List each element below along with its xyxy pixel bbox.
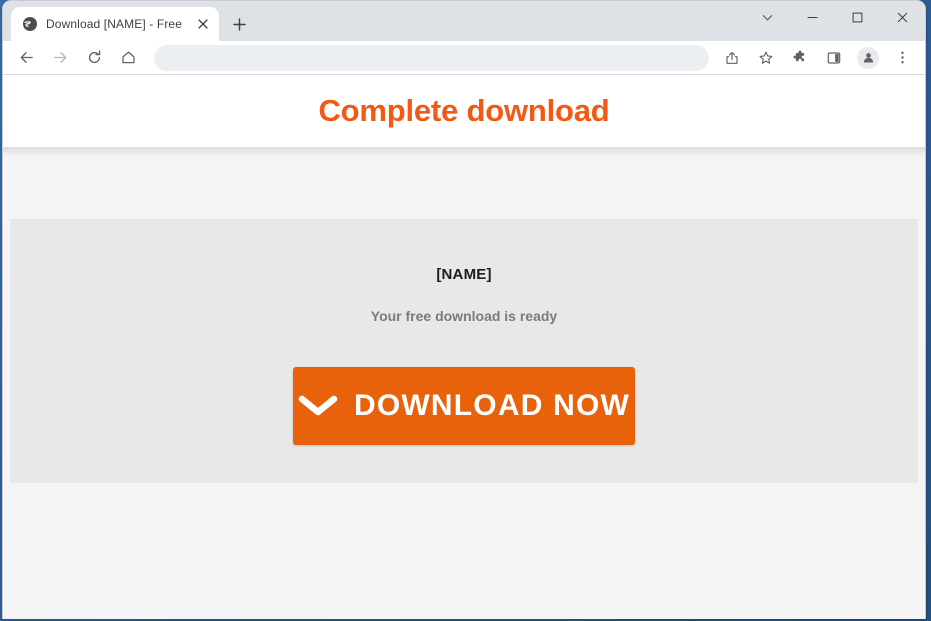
download-file-name: [NAME] bbox=[436, 266, 492, 283]
bookmark-star-icon[interactable] bbox=[752, 44, 780, 72]
browser-toolbar bbox=[3, 41, 925, 75]
page-viewport: Complete download [NAME] Your free downl… bbox=[3, 75, 925, 619]
new-tab-button[interactable] bbox=[225, 10, 253, 38]
share-icon[interactable] bbox=[718, 44, 746, 72]
address-bar[interactable] bbox=[154, 44, 709, 71]
chevron-down-icon bbox=[298, 393, 338, 419]
close-button[interactable] bbox=[880, 1, 925, 33]
tab-title: Download [NAME] - Free bbox=[46, 17, 183, 31]
minimize-button[interactable] bbox=[790, 1, 835, 33]
browser-menu-icon[interactable] bbox=[888, 44, 916, 72]
back-button[interactable] bbox=[12, 44, 40, 72]
tab-search-button[interactable] bbox=[745, 1, 790, 33]
browser-window: Download [NAME] - Free Complete download… bbox=[2, 0, 926, 619]
side-panel-icon[interactable] bbox=[820, 44, 848, 72]
extensions-icon[interactable] bbox=[786, 44, 814, 72]
page-header: Complete download bbox=[3, 75, 925, 147]
download-status-text: Your free download is ready bbox=[370, 308, 558, 324]
browser-tab[interactable]: Download [NAME] - Free bbox=[11, 7, 219, 41]
maximize-button[interactable] bbox=[835, 1, 880, 33]
window-controls bbox=[745, 1, 925, 41]
download-now-label: DOWNLOAD NOW bbox=[353, 389, 631, 422]
close-icon[interactable] bbox=[195, 16, 211, 32]
avatar bbox=[857, 46, 879, 69]
toolbar-actions bbox=[715, 44, 919, 72]
header-shadow bbox=[3, 147, 925, 157]
home-button[interactable] bbox=[114, 44, 142, 72]
page-body: [NAME] Your free download is ready DOWNL… bbox=[3, 157, 925, 483]
forward-button[interactable] bbox=[46, 44, 74, 72]
download-card: [NAME] Your free download is ready DOWNL… bbox=[10, 219, 918, 483]
page-title: Complete download bbox=[318, 93, 610, 128]
download-now-button[interactable]: DOWNLOAD NOW bbox=[293, 367, 635, 445]
reload-button[interactable] bbox=[80, 44, 108, 72]
profile-button[interactable] bbox=[854, 44, 882, 72]
tab-strip: Download [NAME] - Free bbox=[3, 1, 925, 41]
globe-icon bbox=[22, 16, 38, 32]
address-bar-input[interactable] bbox=[168, 50, 695, 65]
